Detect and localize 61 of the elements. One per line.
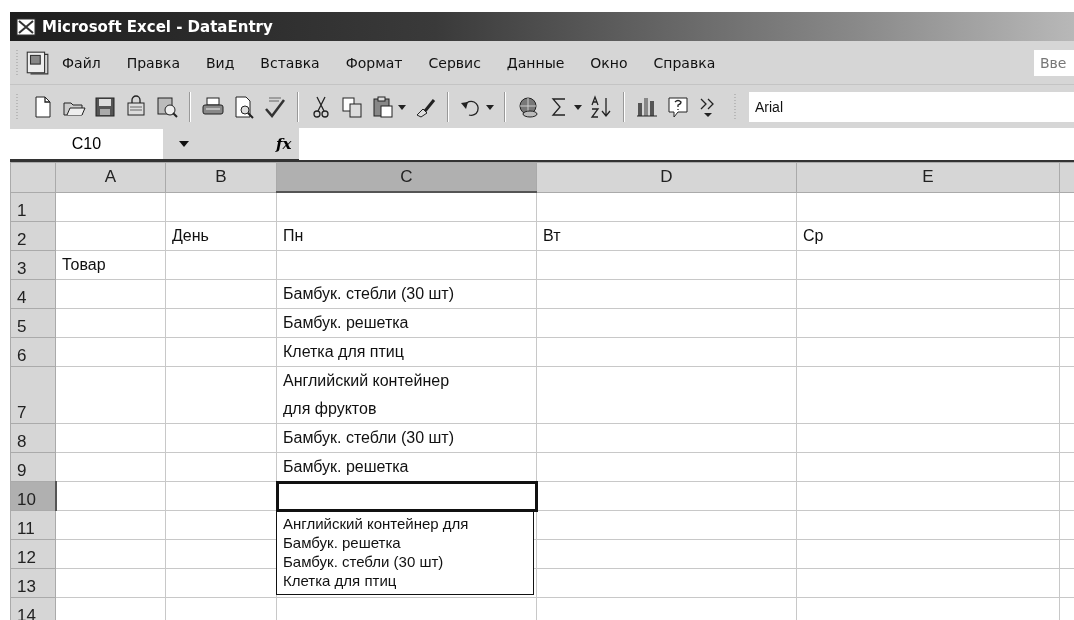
cell-text: Вт bbox=[543, 227, 561, 244]
row-header[interactable]: 8 bbox=[10, 423, 56, 453]
cell-text: Ср bbox=[803, 227, 824, 244]
help-icon[interactable] bbox=[666, 95, 690, 119]
row-header[interactable]: 4 bbox=[10, 279, 56, 309]
globe-icon[interactable] bbox=[516, 95, 540, 119]
autocomplete-item[interactable]: Бамбук. стебли (30 шт) bbox=[283, 552, 527, 571]
menu-item[interactable]: Правка bbox=[124, 52, 182, 73]
menu-item[interactable]: Данные bbox=[504, 52, 567, 73]
copy-icon[interactable] bbox=[340, 95, 364, 119]
spell-check-icon[interactable] bbox=[263, 95, 287, 119]
row-header[interactable]: 6 bbox=[10, 337, 56, 367]
menu-item[interactable]: Вставка bbox=[258, 52, 322, 73]
row-header[interactable]: 3 bbox=[10, 250, 56, 280]
excel-logo-icon bbox=[16, 17, 36, 36]
column-header[interactable]: B bbox=[165, 162, 277, 192]
menu-item[interactable]: Формат bbox=[343, 52, 405, 73]
caret-icon[interactable] bbox=[179, 141, 189, 147]
name-box[interactable]: C10 bbox=[10, 129, 163, 159]
workbook-icon[interactable] bbox=[24, 49, 50, 76]
row-header[interactable]: 7 bbox=[10, 366, 56, 424]
clipboard-icon[interactable] bbox=[371, 95, 395, 119]
cell-text: Пн bbox=[283, 227, 304, 244]
row-header[interactable]: 11 bbox=[10, 510, 56, 540]
cell-text: Бамбук. решетка bbox=[283, 314, 409, 331]
window-title: Microsoft Excel - DataEntry bbox=[42, 17, 273, 36]
sort-ascending-icon[interactable] bbox=[589, 95, 613, 119]
row-header[interactable]: 1 bbox=[10, 192, 56, 222]
cell-text: Бамбук. стебли (30 шт) bbox=[283, 285, 454, 302]
caret-icon[interactable] bbox=[398, 104, 406, 110]
cell-text: Товар bbox=[62, 256, 106, 273]
row-header[interactable]: 10 bbox=[10, 481, 56, 511]
menu-item[interactable]: Вид bbox=[203, 52, 237, 73]
autocomplete-item[interactable]: Бамбук. решетка bbox=[283, 533, 527, 552]
cell-text: Бамбук. стебли (30 шт) bbox=[283, 429, 454, 446]
help-search-field[interactable]: Вве bbox=[1034, 49, 1074, 76]
row-header[interactable]: 5 bbox=[10, 308, 56, 338]
row-header[interactable]: 12 bbox=[10, 539, 56, 569]
cell-text: Бамбук. решетка bbox=[283, 458, 409, 475]
menu-item[interactable]: Справка bbox=[651, 52, 718, 73]
row-header[interactable]: 13 bbox=[10, 568, 56, 598]
menu-item[interactable]: Окно bbox=[588, 52, 630, 73]
menu-item[interactable]: Файл bbox=[60, 52, 103, 73]
document-lock-icon[interactable] bbox=[124, 95, 148, 119]
menu-item[interactable]: Сервис bbox=[426, 52, 483, 73]
formula-field[interactable] bbox=[299, 128, 1074, 160]
document-magnifier-icon[interactable] bbox=[155, 95, 179, 119]
bar-chart-icon[interactable] bbox=[635, 95, 659, 119]
row-header[interactable]: 2 bbox=[10, 221, 56, 251]
print-preview-icon[interactable] bbox=[232, 95, 256, 119]
column-header[interactable]: C bbox=[276, 162, 537, 192]
column-header[interactable]: D bbox=[536, 162, 797, 192]
font-name-field[interactable]: Arial bbox=[749, 92, 1074, 122]
caret-icon[interactable] bbox=[574, 104, 582, 110]
cell-text: Английский контейнер для фруктов bbox=[283, 372, 450, 417]
cell-text: День bbox=[172, 227, 209, 244]
row-header[interactable]: 9 bbox=[10, 452, 56, 482]
cell-text: Клетка для птиц bbox=[283, 343, 404, 360]
column-header[interactable]: A bbox=[55, 162, 166, 192]
caret-icon[interactable] bbox=[486, 104, 494, 110]
column-header[interactable]: E bbox=[796, 162, 1060, 192]
